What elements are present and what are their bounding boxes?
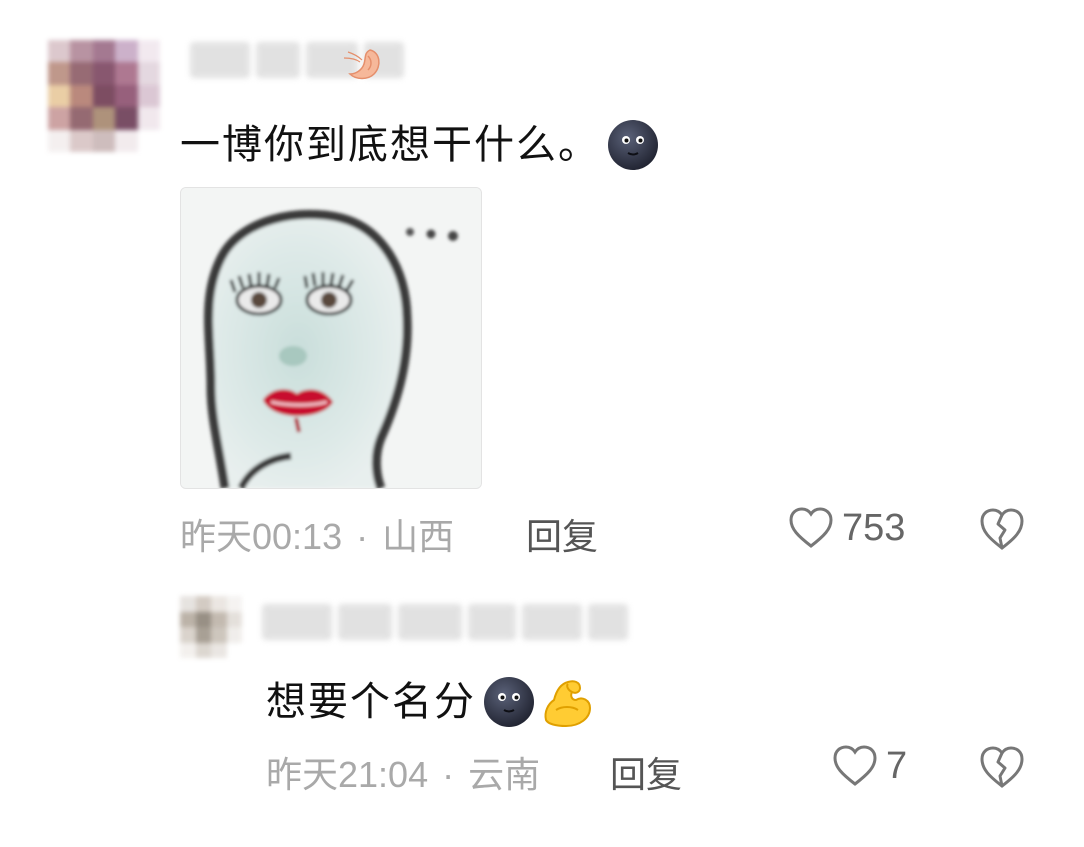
meme-image[interactable] (180, 187, 482, 489)
comment-body: 一博你到底想干什么。 (180, 122, 600, 168)
avatar[interactable] (180, 596, 242, 658)
reply-button[interactable]: 回复 (610, 746, 682, 798)
heart-outline-icon (789, 507, 833, 548)
comment-location: 山西 (382, 516, 455, 557)
like-button[interactable]: 7 (832, 744, 907, 788)
meta-separator: · (442, 754, 455, 795)
flexed-biceps-emoji (544, 680, 592, 728)
comment-meta: 昨天00:13 · 山西 (180, 508, 454, 560)
shrimp-badge-icon (343, 49, 380, 80)
heart-outline-icon (833, 745, 877, 786)
avatar[interactable] (48, 40, 160, 152)
comment-meta: 昨天21:04 · 云南 (266, 746, 540, 798)
like-count: 7 (886, 744, 908, 787)
like-button[interactable]: 753 (788, 506, 905, 550)
reply-button[interactable]: 回复 (526, 508, 598, 560)
comment-location: 云南 (468, 754, 541, 795)
meta-separator: · (356, 516, 369, 557)
like-count: 753 (842, 506, 906, 549)
lipstick-face-meme (181, 188, 481, 488)
comment-time: 昨天00:13 (180, 516, 343, 557)
username-blurred[interactable] (262, 604, 628, 640)
comment-time: 昨天21:04 (266, 754, 429, 795)
dark-face-emoji (608, 120, 658, 170)
dark-face-emoji (484, 677, 534, 727)
comment-body: 想要个名分 (266, 679, 476, 725)
comment-text: 想要个名分 (266, 674, 594, 730)
broken-heart-icon[interactable] (978, 744, 1026, 790)
broken-heart-icon[interactable] (978, 506, 1026, 552)
comment-text: 一博你到底想干什么。 (180, 118, 660, 172)
